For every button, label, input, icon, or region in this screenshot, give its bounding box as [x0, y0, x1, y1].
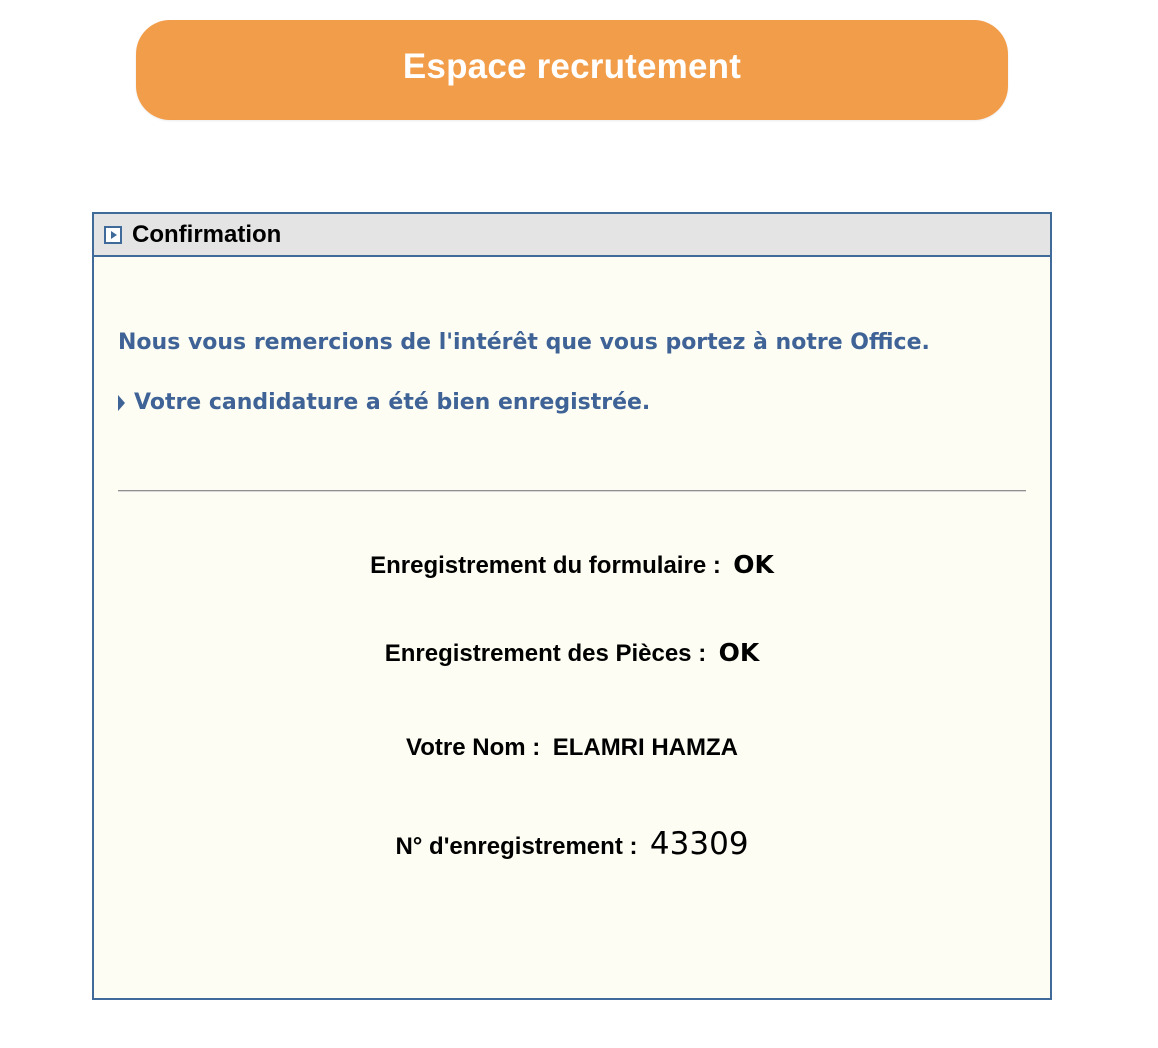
registration-number-value: 43309 — [649, 826, 749, 862]
banner-title: Espace recrutement — [402, 47, 742, 86]
registration-number-row: N° d'enregistrement : 43309 — [94, 826, 1050, 862]
thanks-message: Nous vous remercions de l'intérêt que vo… — [118, 330, 930, 355]
confirmation-panel: Confirmation Nous vous remercions de l'i… — [92, 212, 1052, 1000]
name-label: Votre Nom : — [406, 734, 541, 761]
recruitment-banner: Espace recrutement — [136, 20, 1008, 120]
separator — [118, 490, 1026, 492]
play-arrow-icon — [104, 225, 122, 244]
panel-title: Confirmation — [132, 220, 282, 248]
documents-registration-label: Enregistrement des Pièces : — [384, 640, 707, 667]
panel-header: Confirmation — [94, 214, 1050, 257]
caret-right-icon — [118, 394, 125, 411]
documents-registration-status: OK — [718, 638, 760, 667]
documents-registration-row: Enregistrement des Pièces : OK — [94, 638, 1050, 668]
registered-message: Votre candidature a été bien enregistrée… — [134, 390, 651, 415]
registered-line: Votre candidature a été bien enregistrée… — [118, 390, 650, 415]
form-registration-row: Enregistrement du formulaire : OK — [94, 550, 1050, 580]
form-registration-status: OK — [733, 550, 774, 579]
form-registration-label: Enregistrement du formulaire : — [370, 552, 721, 579]
registration-number-label: N° d'enregistrement : — [395, 833, 638, 860]
name-row: Votre Nom : ELAMRI HAMZA — [94, 734, 1050, 762]
name-value: ELAMRI HAMZA — [552, 734, 738, 761]
